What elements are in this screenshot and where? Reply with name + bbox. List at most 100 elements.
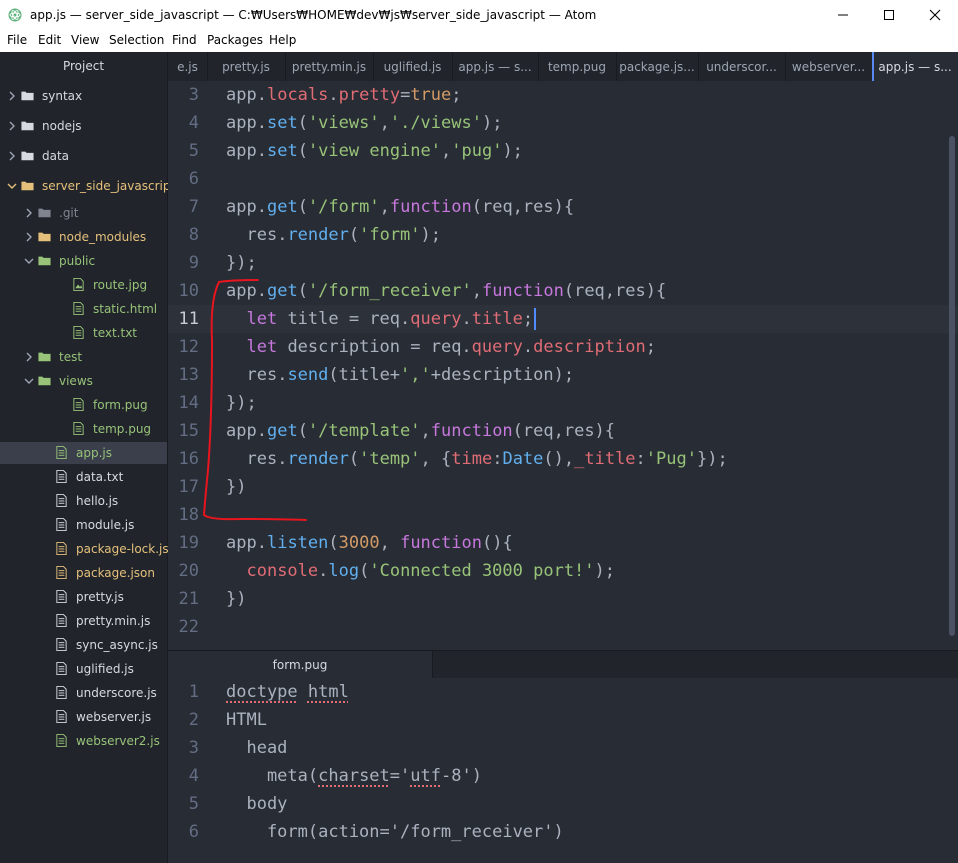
tab-0[interactable]: e.js xyxy=(168,52,208,81)
tree-item-label: module.js xyxy=(76,518,135,532)
line-number: 12 xyxy=(178,337,199,357)
menu-help[interactable]: Help xyxy=(269,33,296,47)
line-number: 18 xyxy=(178,505,199,525)
chevron-right-icon xyxy=(9,151,15,161)
tree-item-webserver-js[interactable]: webserver.js xyxy=(0,706,167,728)
code-text: res.render('temp', {time:Date(),_title:'… xyxy=(226,449,728,469)
line-number: 19 xyxy=(178,533,199,553)
tree-item-public[interactable]: public xyxy=(0,250,167,272)
tree-item-uglified-js[interactable]: uglified.js xyxy=(0,658,167,680)
tab-6[interactable]: package.js... xyxy=(616,52,699,81)
line-number: 21 xyxy=(178,589,199,609)
tree-item-package-json[interactable]: package.json xyxy=(0,562,167,584)
file-text-icon xyxy=(56,566,67,579)
code-text: let title = req.query.title; xyxy=(226,305,537,333)
code-text: let description = req.query.description; xyxy=(246,337,656,357)
tab-1[interactable]: pretty.js xyxy=(207,52,286,81)
menu-edit[interactable]: Edit xyxy=(38,33,61,47)
lower-code-editor[interactable]: 1 doctype html 2 HTML 3 head 4 meta(charset='… xyxy=(168,678,958,863)
project-panel-title: Project xyxy=(62,59,105,73)
tree-item-temp-pug[interactable]: temp.pug xyxy=(0,418,167,440)
code-line: 15 app.get('/template',function(req,res){ xyxy=(168,417,958,445)
code-line: 19 app.listen(3000, function(){ xyxy=(168,529,958,557)
tree-item-label: app.js xyxy=(76,446,112,460)
tree-item--git[interactable]: .git xyxy=(0,202,167,224)
tree-item-data[interactable]: data xyxy=(0,145,167,167)
tree-item-syntax[interactable]: syntax xyxy=(0,85,167,107)
tree-item-app-js[interactable]: app.js xyxy=(0,442,167,464)
tree-item-static-html[interactable]: static.html xyxy=(0,298,167,320)
code-line: 18 xyxy=(168,501,958,529)
tree-item-package-lock-json[interactable]: package-lock.json xyxy=(0,538,184,560)
tree-item-server-side-javascript[interactable]: server_side_javascript xyxy=(0,175,175,197)
line-number: 4 xyxy=(188,113,199,133)
folder-icon xyxy=(21,121,34,131)
tree-item-underscore-js[interactable]: underscore.js xyxy=(0,682,167,704)
tree-item-label: data xyxy=(42,149,70,163)
file-text-icon xyxy=(56,710,67,723)
tab-4[interactable]: app.js — s... xyxy=(452,52,539,81)
tab-8[interactable]: webserver... xyxy=(785,52,873,81)
tree-item-test[interactable]: test xyxy=(0,346,167,368)
code-line: 8 res.render('form'); xyxy=(168,221,958,249)
text-cursor xyxy=(534,308,537,330)
minimize-button[interactable] xyxy=(820,0,866,30)
line-number: 11 xyxy=(178,309,199,329)
tree-item-sync-async-js[interactable]: sync_async.js xyxy=(0,634,167,656)
code-text: app.set('views','./views'); xyxy=(226,113,503,133)
menu-file[interactable]: File xyxy=(7,33,27,47)
tree-item-hello-js[interactable]: hello.js xyxy=(0,490,167,512)
tree-item-label: hello.js xyxy=(76,494,119,508)
tab-9[interactable]: app.js — s... xyxy=(872,52,958,81)
line-number: 5 xyxy=(188,141,199,161)
close-button[interactable] xyxy=(912,0,958,30)
tree-item-pretty-min-js[interactable]: pretty.min.js xyxy=(0,610,167,632)
tree-item-webserver2-js[interactable]: webserver2.js xyxy=(0,730,167,752)
chevron-right-icon xyxy=(26,352,32,362)
file-text-icon xyxy=(73,326,84,339)
line-number: 13 xyxy=(178,365,199,385)
tree-item-route-jpg[interactable]: route.jpg xyxy=(0,274,167,296)
menu-find[interactable]: Find xyxy=(172,33,197,47)
tree-item-label: data.txt xyxy=(76,470,124,484)
tab-2[interactable]: pretty.min.js xyxy=(285,52,374,81)
code-editor[interactable]: 3 app.locals.pretty=true; 4 app.set('views'… xyxy=(168,81,958,650)
code-line: 3 app.locals.pretty=true; xyxy=(168,81,958,109)
minimize-icon xyxy=(838,14,848,16)
tree-item-nodejs[interactable]: nodejs xyxy=(0,115,167,137)
editor-scrollbar[interactable] xyxy=(949,136,955,636)
code-text: app.get('/form_receiver',function(req,re… xyxy=(226,281,667,301)
tree-item-label: server_side_javascript xyxy=(42,179,176,193)
tree-item-node-modules[interactable]: node_modules xyxy=(0,226,167,248)
line-number: 2 xyxy=(188,710,199,730)
file-text-icon xyxy=(73,302,84,315)
maximize-icon xyxy=(884,10,894,20)
code-line: 22 xyxy=(168,613,958,641)
folder-icon xyxy=(21,151,34,161)
tree-item-form-pug[interactable]: form.pug xyxy=(0,394,167,416)
tree-item-views[interactable]: views xyxy=(0,370,167,392)
tree-item-pretty-js[interactable]: pretty.js xyxy=(0,586,167,608)
tab-5[interactable]: temp.pug xyxy=(538,52,617,81)
line-number: 4 xyxy=(188,766,199,786)
chevron-right-icon xyxy=(26,208,32,218)
tree-item-data-txt[interactable]: data.txt xyxy=(0,466,167,488)
menu-selection[interactable]: Selection xyxy=(109,33,164,47)
maximize-button[interactable] xyxy=(866,0,912,30)
tab-3[interactable]: uglified.js xyxy=(373,52,453,81)
menu-view[interactable]: View xyxy=(71,33,99,47)
code-line: 1 doctype html xyxy=(168,678,958,706)
tree-item-label: form.pug xyxy=(93,398,148,412)
code-text: HTML xyxy=(226,710,267,730)
tab-form-pug[interactable]: form.pug xyxy=(168,651,433,679)
code-text: res.render('form'); xyxy=(226,225,442,245)
tab-7[interactable]: underscor... xyxy=(698,52,786,81)
code-line: 3 head xyxy=(168,734,958,762)
file-text-icon xyxy=(56,446,67,459)
tree-item-text-txt[interactable]: text.txt xyxy=(0,322,167,344)
tree-item-module-js[interactable]: module.js xyxy=(0,514,167,536)
tree-item-label: temp.pug xyxy=(93,422,152,436)
menu-packages[interactable]: Packages xyxy=(207,33,263,47)
file-text-icon xyxy=(73,422,84,435)
tree-item-label: pretty.js xyxy=(76,590,124,604)
